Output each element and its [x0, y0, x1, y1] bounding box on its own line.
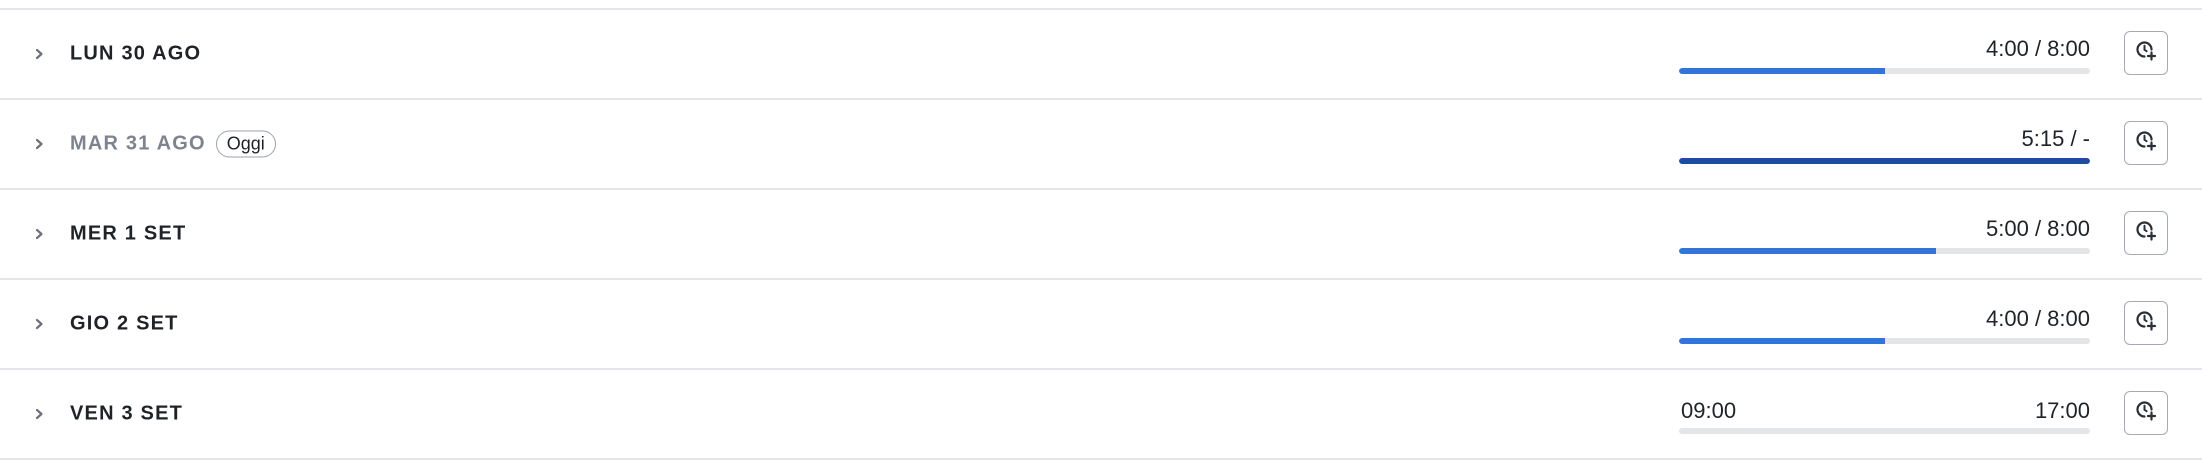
time-summary: 4:00 / 8:00	[1679, 280, 2090, 368]
clock-plus-icon	[2134, 399, 2158, 428]
add-time-entry-button[interactable]	[2124, 121, 2168, 165]
add-time-entry-button[interactable]	[2124, 31, 2168, 75]
day-row[interactable]: MAR 31 AGO Oggi 5:15 / -	[0, 100, 2202, 190]
day-row[interactable]: LUN 30 AGO 4:00 / 8:00	[0, 10, 2202, 100]
time-summary: 5:00 / 8:00	[1679, 190, 2090, 278]
day-list: LUN 30 AGO 4:00 / 8:00 MAR 31 AGO Oggi 5…	[0, 8, 2202, 460]
hours-logged-text: 4:00 / 8:00	[1986, 306, 2090, 331]
chevron-right-icon[interactable]	[32, 317, 46, 331]
day-label: LUN 30 AGO	[70, 43, 201, 66]
hours-logged-text: 5:15 / -	[2021, 126, 2090, 151]
day-label-text: VEN 3 SET	[70, 402, 184, 425]
time-summary: 5:15 / -	[1679, 100, 2090, 188]
hours-logged-text: 5:00 / 8:00	[1986, 216, 2090, 241]
day-label-text: GIO 2 SET	[70, 312, 179, 335]
day-row[interactable]: VEN 3 SET 09:00 17:00	[0, 370, 2202, 460]
progress-bar-fill	[1679, 158, 2090, 164]
day-label: GIO 2 SET	[70, 313, 179, 336]
day-label-text: MAR 31 AGO	[70, 132, 206, 155]
today-badge: Oggi	[215, 130, 276, 158]
time-summary: 09:00 17:00	[1679, 370, 2090, 458]
add-time-entry-button[interactable]	[2124, 391, 2168, 435]
clock-plus-icon	[2134, 219, 2158, 248]
time-summary: 4:00 / 8:00	[1679, 10, 2090, 98]
progress-bar-fill	[1679, 248, 1936, 254]
schedule-start-time: 09:00	[1681, 398, 1737, 423]
day-label-text: LUN 30 AGO	[70, 42, 202, 65]
day-label: MAR 31 AGO Oggi	[70, 130, 276, 158]
clock-plus-icon	[2134, 129, 2158, 158]
day-label-text: MER 1 SET	[70, 222, 187, 245]
progress-bar	[1679, 428, 2090, 434]
chevron-right-icon[interactable]	[32, 407, 46, 421]
day-row[interactable]: MER 1 SET 5:00 / 8:00	[0, 190, 2202, 280]
schedule-end-time: 17:00	[2034, 398, 2090, 423]
day-row[interactable]: GIO 2 SET 4:00 / 8:00	[0, 280, 2202, 370]
progress-bar	[1679, 248, 2090, 254]
progress-bar-fill	[1679, 68, 1885, 74]
day-label: VEN 3 SET	[70, 403, 183, 426]
chevron-right-icon[interactable]	[32, 227, 46, 241]
progress-bar	[1679, 338, 2090, 344]
progress-bar	[1679, 158, 2090, 164]
add-time-entry-button[interactable]	[2124, 301, 2168, 345]
progress-bar	[1679, 68, 2090, 74]
add-time-entry-button[interactable]	[2124, 211, 2168, 255]
progress-bar-fill	[1679, 338, 1885, 344]
clock-plus-icon	[2134, 39, 2158, 68]
day-label: MER 1 SET	[70, 223, 186, 246]
hours-logged-text: 4:00 / 8:00	[1986, 36, 2090, 61]
chevron-right-icon[interactable]	[32, 47, 46, 61]
chevron-right-icon[interactable]	[32, 137, 46, 151]
clock-plus-icon	[2134, 309, 2158, 338]
